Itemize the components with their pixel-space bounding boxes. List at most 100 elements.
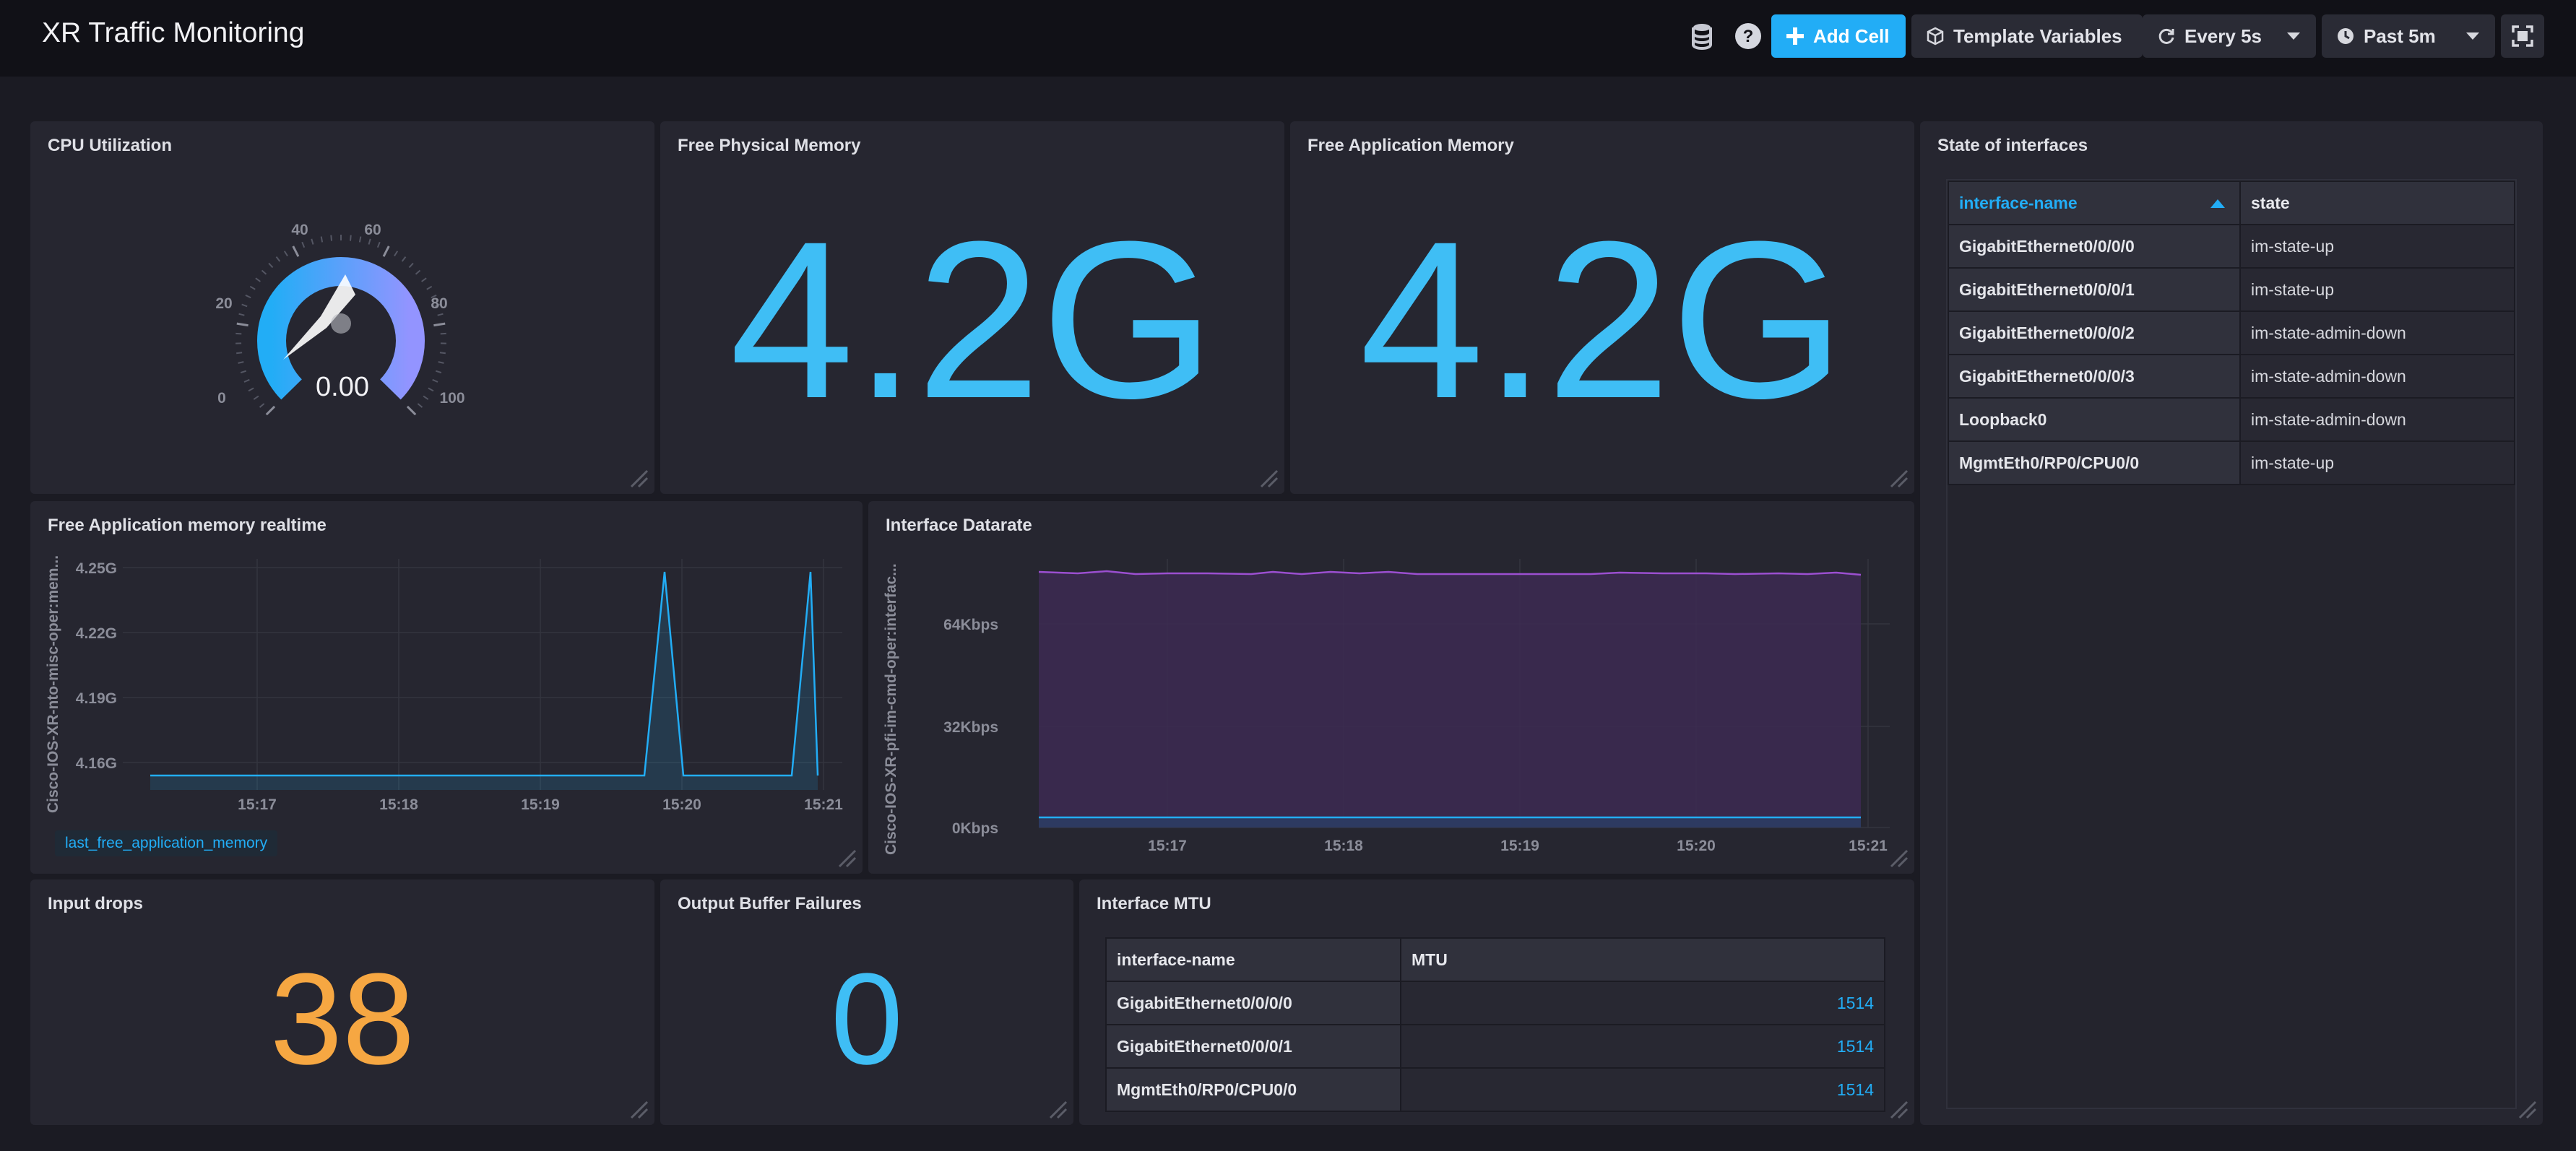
interface-mtu-cell[interactable]: Interface MTU interface-name MTU Gigabit…	[1079, 879, 1914, 1125]
auto-refresh-dropdown[interactable]: Every 5s	[2143, 14, 2316, 58]
gauge-tick-mark	[275, 256, 281, 262]
output-buffer-failures-value: 0	[830, 947, 904, 1092]
mtu-cell: 1514	[1400, 981, 1885, 1025]
interface-name-cell: GigabitEthernet0/0/0/0	[1105, 981, 1401, 1025]
auto-refresh-label: Every 5s	[2184, 25, 2262, 47]
chevron-down-icon	[2466, 32, 2479, 40]
chevron-down-icon	[2287, 32, 2300, 40]
x-tick: 15:18	[1324, 838, 1363, 854]
gauge-tick-mark	[426, 285, 433, 290]
column-header-mtu[interactable]: MTU	[1400, 937, 1885, 982]
fullscreen-icon	[2512, 25, 2533, 47]
time-range-label: Past 5m	[2364, 25, 2436, 47]
y-tick: 4.16G	[76, 755, 117, 772]
gauge-tick-mark	[432, 378, 438, 383]
table-row: GigabitEthernet0/0/0/1 1514	[1105, 1024, 1885, 1069]
datarate-line-series-1	[1038, 570, 1862, 576]
y-tick: 4.25G	[76, 560, 117, 577]
output-buffer-failures-cell[interactable]: Output Buffer Failures 0	[660, 879, 1073, 1125]
database-icon[interactable]	[1685, 19, 1719, 53]
state-of-interfaces-cell[interactable]: State of interfaces interface-name state…	[1920, 121, 2543, 1125]
gauge-tick-mark	[268, 262, 274, 269]
template-variables-button[interactable]: Template Variables	[1911, 14, 2143, 58]
dashboard-title: XR Traffic Monitoring	[42, 17, 305, 48]
interface-datarate-cell[interactable]: Interface Datarate Cisco-IOS-XR-pfi-im-c…	[868, 501, 1914, 874]
memory-line	[150, 571, 819, 777]
time-range-dropdown[interactable]: Past 5m	[2322, 14, 2495, 58]
interface-name-cell: GigabitEthernet0/0/0/0	[1948, 224, 2241, 269]
cpu-gauge: 0 20 40 80 100 60 0.00	[215, 222, 465, 416]
input-drops-cell[interactable]: Input drops 38	[30, 879, 654, 1125]
clock-icon	[2338, 28, 2354, 44]
legend-item[interactable]: last_free_application_memory	[55, 830, 278, 856]
resize-handle-icon[interactable]	[628, 1099, 649, 1119]
gauge-tick-mark	[421, 277, 427, 282]
cpu-utilization-cell[interactable]: CPU Utilization 0 20 40 80 100 60 0.00	[30, 121, 654, 494]
gauge-tick-mark	[417, 403, 423, 408]
resize-handle-icon[interactable]	[837, 848, 857, 868]
memory-realtime-cell[interactable]: Free Application memory realtime Cisco-I…	[30, 501, 863, 874]
state-cell: im-state-up	[2239, 267, 2515, 312]
gauge-tick-mark	[423, 395, 429, 400]
gauge-tick-mark	[320, 236, 324, 243]
grid-lines	[123, 559, 842, 790]
gauge-tick-mark	[368, 238, 371, 245]
help-icon[interactable]: ?	[1731, 19, 1765, 53]
gauge-tick-mark	[249, 285, 256, 290]
gauge-tick-mark	[283, 251, 288, 257]
resize-handle-icon[interactable]	[2517, 1099, 2537, 1119]
resize-handle-icon[interactable]	[1888, 468, 1909, 488]
y-tick: 32Kbps	[943, 719, 998, 736]
gauge-tick-60-label: 60	[364, 222, 381, 238]
fullscreen-button[interactable]	[2501, 14, 2544, 58]
table-row: GigabitEthernet0/0/0/0 im-state-up	[1948, 224, 2515, 269]
x-tick: 15:17	[1148, 838, 1187, 854]
add-cell-button[interactable]: Add Cell	[1771, 14, 1906, 58]
gauge-tick-mark	[376, 241, 381, 248]
gauge-tick-mark	[236, 322, 248, 327]
gauge-tick-mark	[415, 269, 421, 275]
free-physical-memory-value: 4.2G	[729, 194, 1216, 445]
gauge-tick-mark	[245, 294, 251, 299]
resize-handle-icon[interactable]	[1888, 848, 1909, 868]
free-physical-memory-cell[interactable]: Free Physical Memory 4.2G	[660, 121, 1284, 494]
interface-name-cell: Loopback0	[1948, 397, 2241, 442]
gauge-tick-mark	[401, 256, 407, 262]
gauge-tick-mark	[292, 246, 300, 257]
gauge-tick-mark	[238, 361, 244, 364]
gauge-tick-mark	[408, 262, 414, 269]
gauge-tick-mark	[253, 395, 259, 400]
resize-handle-icon[interactable]	[1047, 1099, 1068, 1119]
resize-handle-icon[interactable]	[1888, 1099, 1909, 1119]
x-tick: 15:20	[662, 796, 701, 813]
x-tick: 15:21	[1849, 838, 1888, 854]
x-tick: 15:21	[804, 796, 843, 813]
memory-realtime-chart: Cisco-IOS-XR-nto-misc-oper:mem... 4.25G …	[45, 555, 843, 813]
gauge-tick-100: 100	[439, 390, 464, 407]
free-application-memory-cell[interactable]: Free Application Memory 4.2G	[1290, 121, 1914, 494]
mtu-cell: 1514	[1400, 1024, 1885, 1069]
column-header-interface-name[interactable]: interface-name	[1105, 937, 1401, 982]
gauge-tick-mark	[255, 277, 261, 282]
interface-name-cell: GigabitEthernet0/0/0/3	[1948, 354, 2241, 399]
refresh-icon	[2158, 28, 2174, 44]
memory-area	[150, 572, 818, 790]
gauge-tick-mark	[439, 352, 446, 355]
column-header-interface-name[interactable]: interface-name	[1948, 181, 2241, 225]
cell-title: State of interfaces	[1937, 136, 2088, 155]
gauge-tick-mark	[236, 352, 243, 355]
gauge-tick-20: 20	[215, 295, 232, 312]
y-tick: 64Kbps	[943, 617, 998, 633]
interface-name-cell: GigabitEthernet0/0/0/1	[1948, 267, 2241, 312]
y-tick: 4.19G	[76, 690, 117, 707]
resize-handle-icon[interactable]	[1258, 468, 1279, 488]
gauge-tick-mark	[406, 405, 417, 416]
table-row: GigabitEthernet0/0/0/2 im-state-admin-dow…	[1948, 310, 2515, 355]
x-tick: 15:19	[1500, 838, 1539, 854]
x-tick: 15:17	[238, 796, 277, 813]
gauge-tick-mark	[243, 378, 250, 383]
table-row: Loopback0 im-state-admin-down	[1948, 397, 2515, 442]
gauge-tick-mark	[241, 303, 248, 308]
column-header-state[interactable]: state	[2239, 181, 2515, 225]
resize-handle-icon[interactable]	[628, 468, 649, 488]
